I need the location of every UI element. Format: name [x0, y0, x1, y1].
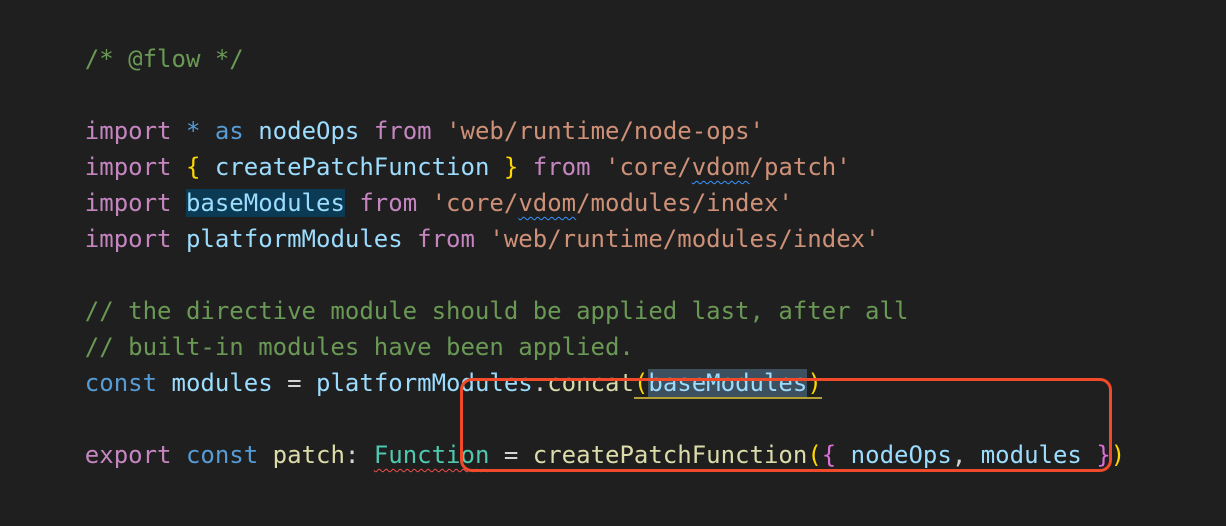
identifier-token: modules — [171, 369, 273, 397]
string-token: 'web/runtime/modules/index' — [489, 225, 880, 253]
keyword-token: const — [185, 441, 259, 469]
comment-token: /* @flow */ — [84, 45, 244, 73]
code-line-4[interactable]: import { createPatchFunction } from 'cor… — [27, 113, 851, 181]
code-line-10[interactable]: const modules = platformModules.concat(b… — [27, 329, 822, 399]
code-line-12[interactable]: export const patch: Function = createPat… — [27, 401, 1125, 469]
identifier-token: patch — [272, 441, 345, 469]
type-error-token[interactable]: Function — [374, 441, 490, 469]
code-line-3[interactable]: import * as nodeOps from 'web/runtime/no… — [27, 77, 764, 145]
keyword-token: export — [84, 441, 172, 469]
paren-token: ( — [807, 441, 822, 469]
keyword-token: import — [84, 225, 172, 253]
code-line-1[interactable]: /* @flow */ — [27, 5, 244, 73]
brace-token: } — [1096, 441, 1111, 469]
keyword-token: from — [417, 225, 475, 253]
code-line-8[interactable]: // the directive module should be applie… — [27, 257, 909, 325]
function-token: concat — [547, 369, 634, 397]
code-line-5[interactable]: import baseModules from 'core/vdom/modul… — [27, 149, 793, 217]
punctuation-token: . — [532, 369, 548, 397]
code-editor[interactable]: /* @flow */ import * as nodeOps from 'we… — [0, 0, 1226, 526]
identifier-token: modules — [980, 441, 1082, 469]
paren-token: ) — [807, 369, 822, 399]
code-line-9[interactable]: // built-in modules have been applied. — [27, 293, 634, 361]
punctuation-token: , — [951, 441, 967, 469]
brace-token: { — [821, 441, 837, 469]
function-token: createPatchFunction — [532, 441, 808, 469]
operator-token: = — [503, 441, 519, 469]
identifier-token: nodeOps — [850, 441, 952, 469]
selected-identifier-token[interactable]: baseModules — [648, 369, 808, 399]
identifier-token: platformModules — [316, 369, 533, 397]
paren-token: ( — [633, 369, 649, 399]
operator-token: = — [287, 369, 302, 397]
keyword-token: const — [84, 369, 158, 397]
identifier-token: platformModules — [185, 225, 403, 253]
paren-token: ) — [1110, 441, 1126, 469]
punctuation-token: : — [344, 441, 360, 469]
code-line-6[interactable]: import platformModules from 'web/runtime… — [27, 185, 880, 253]
